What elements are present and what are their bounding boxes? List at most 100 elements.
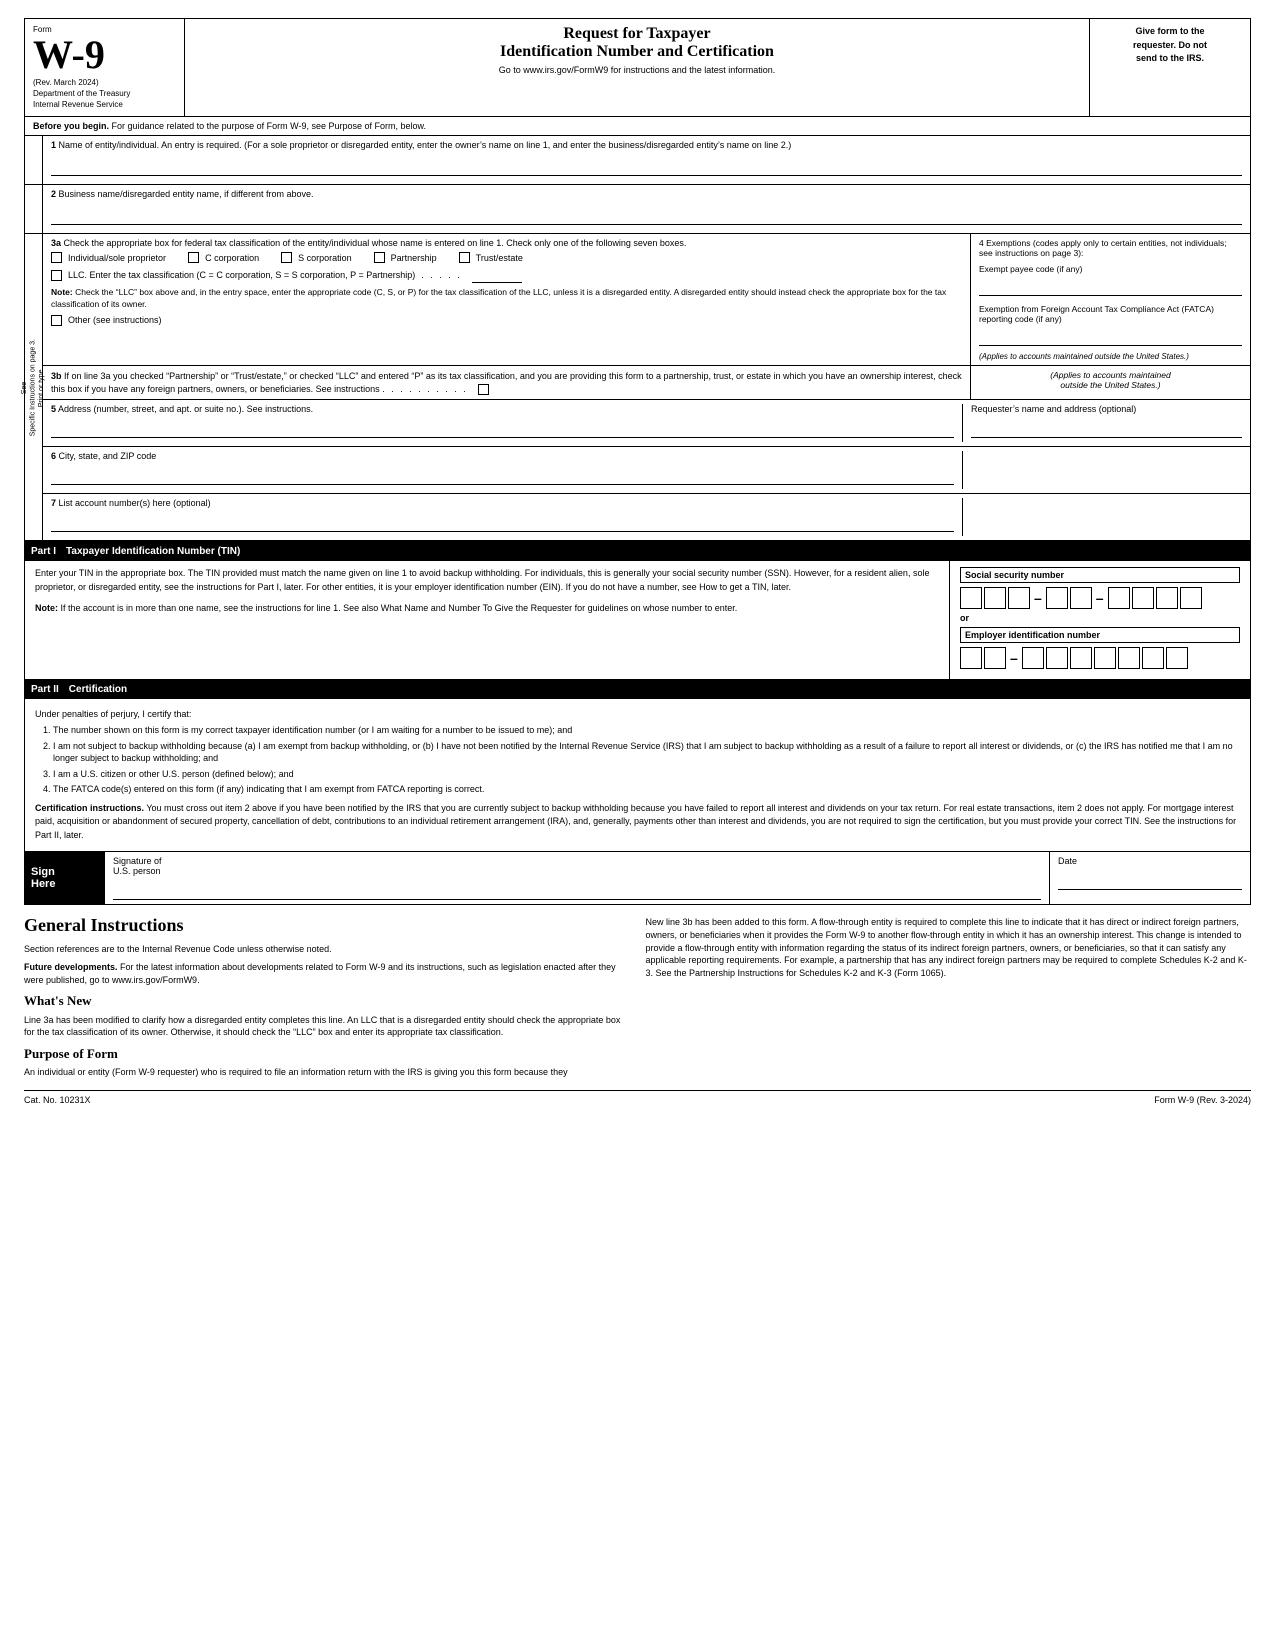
ssn-box-7[interactable] bbox=[1132, 587, 1154, 609]
checkbox-partnership-label: Partnership bbox=[391, 253, 437, 263]
ssn-box-3[interactable] bbox=[1008, 587, 1030, 609]
line1-label: 1 Name of entity/individual. An entry is… bbox=[51, 140, 1242, 150]
line3b-right: (Applies to accounts maintainedoutside t… bbox=[970, 366, 1250, 399]
ssn-box-4[interactable] bbox=[1046, 587, 1068, 609]
checkbox-scorp[interactable] bbox=[281, 252, 292, 263]
line7-main: 7 List account number(s) here (optional) bbox=[43, 494, 1250, 540]
ein-box-1[interactable] bbox=[960, 647, 982, 669]
ein-box-9[interactable] bbox=[1166, 647, 1188, 669]
line1-number: 1 bbox=[51, 140, 56, 150]
line1-content: 1 Name of entity/individual. An entry is… bbox=[43, 136, 1250, 184]
exemptions-panel: 4 Exemptions (codes apply only to certai… bbox=[970, 234, 1250, 365]
header-right: Give form to the requester. Do not send … bbox=[1090, 19, 1250, 116]
ssn-box-8[interactable] bbox=[1156, 587, 1178, 609]
line6-main: 6 City, state, and ZIP code bbox=[43, 447, 1250, 493]
ein-box-4[interactable] bbox=[1046, 647, 1068, 669]
ssn-box-5[interactable] bbox=[1070, 587, 1092, 609]
line2-label: 2 Business name/disregarded entity name,… bbox=[51, 189, 1242, 199]
cert-item-3: I am a U.S. citizen or other U.S. person… bbox=[53, 768, 1240, 781]
checkbox-individual[interactable] bbox=[51, 252, 62, 263]
line3b-row: 3b If on line 3a you checked “Partnershi… bbox=[43, 366, 1250, 400]
part2-title: Certification bbox=[69, 684, 127, 695]
line6-inner: 6 City, state, and ZIP code bbox=[51, 451, 1242, 489]
ein-box-6[interactable] bbox=[1094, 647, 1116, 669]
checkbox-3b[interactable] bbox=[478, 384, 489, 395]
checkbox-partnership[interactable] bbox=[374, 252, 385, 263]
cert-instructions-text: You must cross out item 2 above if you h… bbox=[35, 803, 1236, 840]
ein-dash: – bbox=[1010, 650, 1018, 666]
ssn-box-9[interactable] bbox=[1180, 587, 1202, 609]
future-dev: Future developments. For the latest info… bbox=[24, 961, 630, 986]
signature-of-label: Signature of bbox=[113, 856, 162, 866]
part1-title: Taxpayer Identification Number (TIN) bbox=[66, 546, 240, 557]
sign-here-line2: Here bbox=[31, 878, 99, 890]
ssn-box-1[interactable] bbox=[960, 587, 982, 609]
subtitle: Go to www.irs.gov/FormW9 for instruction… bbox=[195, 65, 1079, 75]
checkbox-llc-label: LLC. Enter the tax classification (C = C… bbox=[68, 270, 415, 280]
checkbox-trust[interactable] bbox=[459, 252, 470, 263]
line2-number: 2 bbox=[51, 189, 56, 199]
cert-item-1: The number shown on this form is my corr… bbox=[53, 724, 1240, 737]
form-header: Form W-9 (Rev. March 2024) Department of… bbox=[24, 18, 1251, 117]
ein-box-2[interactable] bbox=[984, 647, 1006, 669]
cert-item-2: I am not subject to backup withholding b… bbox=[53, 740, 1240, 765]
line3b-dots: . . . . . . . . . . bbox=[382, 384, 468, 394]
whats-new-title: What's New bbox=[24, 992, 630, 1010]
us-person-label: U.S. person bbox=[113, 866, 161, 876]
checkbox-other[interactable] bbox=[51, 315, 62, 326]
gen-right-col: New line 3b has been added to this form.… bbox=[646, 913, 1252, 1081]
checkbox-ccorp[interactable] bbox=[188, 252, 199, 263]
line3a-label: 3a Check the appropriate box for federal… bbox=[51, 238, 962, 248]
purpose-text: An individual or entity (Form W-9 reques… bbox=[24, 1066, 630, 1079]
tin-boxes: Social security number – – or Employer i… bbox=[950, 561, 1250, 679]
line1-input[interactable] bbox=[51, 152, 1242, 176]
line5-main: 5 Address (number, street, and apt. or s… bbox=[43, 400, 1250, 446]
line2-input[interactable] bbox=[51, 201, 1242, 225]
fatca-label: Exemption from Foreign Account Tax Compl… bbox=[979, 304, 1242, 324]
give-form-text: Give form to the requester. Do not send … bbox=[1133, 26, 1207, 63]
exempt-payee-label: Exempt payee code (if any) bbox=[979, 264, 1242, 274]
line7-input[interactable] bbox=[51, 508, 954, 532]
llc-classification-input[interactable] bbox=[472, 267, 522, 283]
date-input[interactable] bbox=[1058, 870, 1242, 890]
form-ref: Form W-9 (Rev. 3-2024) bbox=[1154, 1095, 1251, 1105]
lines3-4-section: See Specific Instructions on page 3. Pri… bbox=[25, 234, 1250, 541]
line3b-text: If on line 3a you checked “Partnership” … bbox=[51, 371, 962, 394]
general-instructions-section: General Instructions Section references … bbox=[24, 913, 1251, 1081]
ssn-box-6[interactable] bbox=[1108, 587, 1130, 609]
tin-note: Note: If the account is in more than one… bbox=[35, 602, 939, 616]
line5-input[interactable] bbox=[51, 414, 954, 438]
checkbox-individual-row: Individual/sole proprietor C corporation… bbox=[51, 252, 962, 263]
ssn-dash-2: – bbox=[1096, 590, 1104, 606]
line7-right-area bbox=[962, 498, 1242, 536]
exemptions-title: 4 Exemptions (codes apply only to certai… bbox=[979, 238, 1242, 258]
requester-input[interactable] bbox=[971, 414, 1242, 438]
signature-input[interactable] bbox=[113, 880, 1041, 900]
line7-label: 7 List account number(s) here (optional) bbox=[51, 498, 954, 508]
checkbox-llc[interactable] bbox=[51, 270, 62, 281]
side-label-container: See Specific Instructions on page 3. Pri… bbox=[25, 234, 43, 540]
ein-label: Employer identification number bbox=[960, 627, 1240, 643]
ssn-box-2[interactable] bbox=[984, 587, 1006, 609]
line5-inner: 5 Address (number, street, and apt. or s… bbox=[51, 404, 1242, 442]
line6-left: 6 City, state, and ZIP code bbox=[51, 451, 954, 489]
ein-box-5[interactable] bbox=[1070, 647, 1092, 669]
fatca-input[interactable] bbox=[979, 328, 1242, 346]
section-refs-text: Section references are to the Internal R… bbox=[24, 943, 630, 956]
checkbox-scorp-label: S corporation bbox=[298, 253, 352, 263]
ein-box-7[interactable] bbox=[1118, 647, 1140, 669]
title-line1: Request for Taxpayer bbox=[195, 25, 1079, 43]
line6-input[interactable] bbox=[51, 461, 954, 485]
ein-box-8[interactable] bbox=[1142, 647, 1164, 669]
ein-box-3[interactable] bbox=[1022, 647, 1044, 669]
note-label: Note: bbox=[51, 287, 73, 297]
exempt-payee-input[interactable] bbox=[979, 278, 1242, 296]
cert-instructions-label: Certification instructions. bbox=[35, 803, 144, 813]
line7-inner: 7 List account number(s) here (optional) bbox=[51, 498, 1242, 536]
cat-no: Cat. No. 10231X bbox=[24, 1095, 91, 1105]
line2-text: Business name/disregarded entity name, i… bbox=[59, 189, 314, 199]
sign-content: Signature of U.S. person bbox=[105, 852, 1050, 904]
ssn-dash-1: – bbox=[1034, 590, 1042, 606]
line5-text: Address (number, street, and apt. or sui… bbox=[58, 404, 313, 414]
tin-main-instruction: Enter your TIN in the appropriate box. T… bbox=[35, 567, 939, 594]
